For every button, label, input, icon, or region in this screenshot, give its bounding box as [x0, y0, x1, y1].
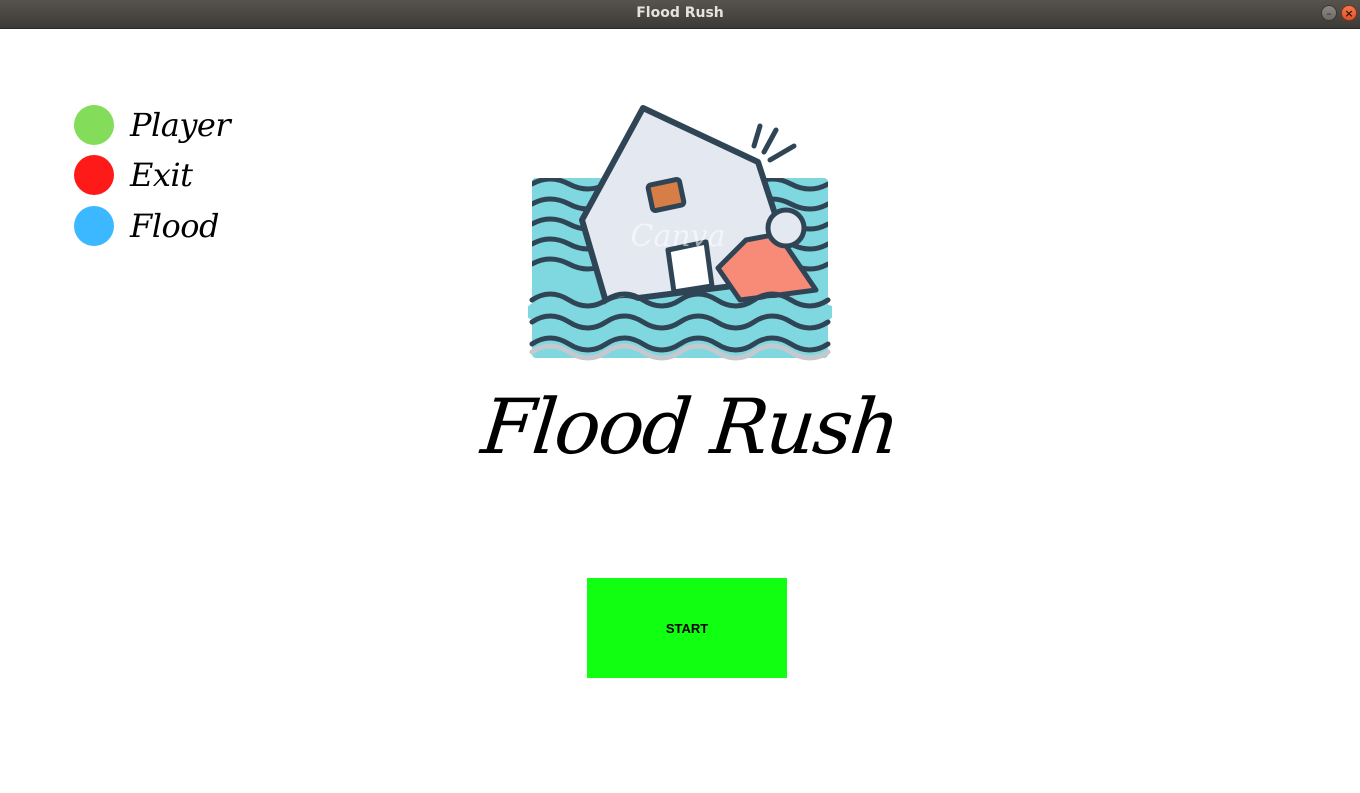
title-bar: Flood Rush – ×	[0, 0, 1360, 29]
game-title: Flood Rush	[477, 382, 903, 471]
exit-color-dot	[74, 155, 114, 195]
legend-item-flood: Flood	[74, 206, 219, 246]
legend-label-flood: Flood	[130, 207, 219, 245]
start-button[interactable]: START	[587, 578, 787, 678]
legend-item-exit: Exit	[74, 155, 193, 195]
alert-lines-icon	[751, 123, 797, 163]
flood-color-dot	[74, 206, 114, 246]
sinking-house-logo: Canva	[528, 105, 832, 361]
legend-item-player: Player	[74, 105, 231, 145]
logo-watermark: Canva	[631, 219, 726, 254]
window-title: Flood Rush	[636, 5, 724, 21]
minimize-button[interactable]: –	[1321, 5, 1337, 21]
legend-label-exit: Exit	[130, 156, 193, 194]
game-window: Flood Rush – × Player Exit Flood Canva F…	[0, 0, 1360, 793]
player-color-dot	[74, 105, 114, 145]
start-button-label: START	[665, 620, 709, 636]
legend-label-player: Player	[130, 106, 231, 144]
close-button[interactable]: ×	[1341, 5, 1357, 21]
